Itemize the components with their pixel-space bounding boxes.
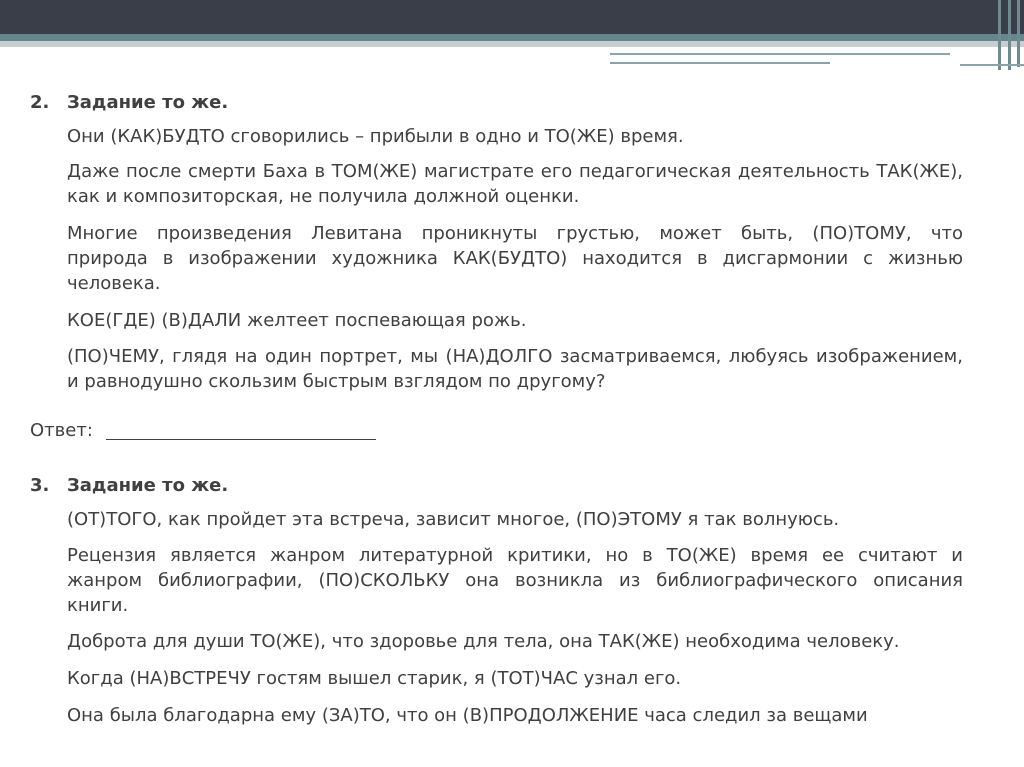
sentence: Даже после смерти Баха в ТОМ(ЖЕ) магистр… [67, 161, 963, 182]
sentence: Они (КАК)БУДТО сговорились – прибыли в о… [67, 126, 684, 147]
sentence: и равнодушно скользим быстрым взглядом п… [67, 371, 606, 392]
sentence: книги. [67, 595, 129, 616]
sentence: Когда (НА)ВСТРЕЧУ гостям вышел старик, я… [67, 668, 682, 689]
sentence: КОЕ(ГДЕ) (В)ДАЛИ желтеет поспевающая рож… [67, 310, 527, 331]
sentence: природа в изображении художника КАК(БУДТ… [67, 248, 963, 269]
task-title: Задание то же. [67, 92, 229, 113]
sentence: человека. [67, 273, 161, 294]
task-number: 2. [30, 92, 50, 113]
sentence: как и композиторская, не получила должно… [67, 186, 580, 207]
sentence: Доброта для души ТО(ЖЕ), что здоровье дл… [67, 631, 900, 652]
task-number: 3. [30, 475, 50, 496]
sentence: Рецензия является жанром литературной кр… [67, 545, 963, 566]
sentence: (ПО)ЧЕМУ, глядя на один портрет, мы (НА)… [67, 346, 963, 367]
task-title: Задание то же. [67, 475, 229, 496]
sentence: Она была благодарна ему (ЗА)ТО, что он (… [67, 705, 868, 726]
answer-blank-line [106, 439, 376, 440]
slide-content: 2. Задание то же. Они (КАК)БУДТО сговори… [0, 0, 1024, 767]
answer-label: Ответ: [30, 420, 93, 441]
sentence: (ОТ)ТОГО, как пройдет эта встреча, завис… [67, 509, 840, 530]
sentence: Многие произведения Левитана проникнуты … [67, 223, 963, 244]
sentence: жанром библиографии, (ПО)СКОЛЬКУ она воз… [67, 570, 963, 591]
